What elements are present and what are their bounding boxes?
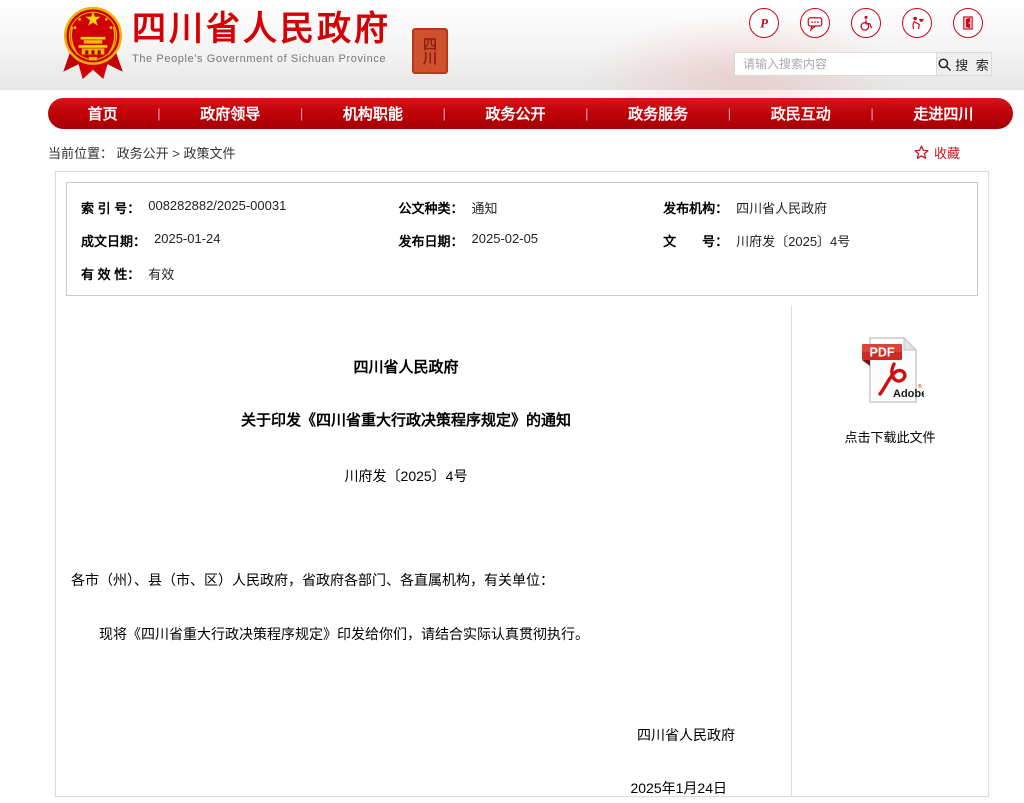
red-seal-stamp: 四川 [412,28,448,74]
document-org-title: 四川省人民政府 [71,356,741,377]
main-nav: 首页 | 政府领导 | 机构职能 | 政务公开 | 政务服务 | 政民互动 | … [48,98,1013,129]
nav-separator: | [585,106,588,121]
meta-index-no: 索 引 号： 008282882/2025-00031 [81,198,399,217]
meta-doc-number: 文 号： 川府发〔2025〕4号 [663,231,963,250]
national-emblem-logo [62,4,124,80]
breadcrumb-section[interactable]: 政务公开 [117,146,169,161]
breadcrumb-row: 当前位置： 政务公开 > 政策文件 收藏 [48,143,960,162]
svg-text:P: P [760,17,768,31]
nav-item-gov-info[interactable]: 政务公开 [485,103,545,124]
svg-text:PDF: PDF [870,346,895,360]
document-title: 关于印发《四川省重大行政决策程序规定》的通知 [71,409,741,430]
nav-item-functions[interactable]: 机构职能 [343,103,403,124]
site-subtitle: The People's Government of Sichuan Provi… [132,53,391,65]
nav-separator: | [442,106,445,121]
nav-item-home[interactable]: 首页 [88,103,118,124]
meta-written-date: 成文日期： 2025-01-24 [81,231,399,250]
meta-publish-date: 发布日期： 2025-02-05 [399,231,664,250]
document-number: 川府发〔2025〕4号 [71,466,741,486]
document-paragraph: 现将《四川省重大行政决策程序规定》印发给你们，请结合实际认真贯彻执行。 [71,624,741,645]
nav-item-leaders[interactable]: 政府领导 [200,103,260,124]
download-link[interactable]: 点击下载此文件 [792,427,988,446]
pdf-file-icon[interactable]: PDF Adobe ® [856,332,924,411]
site-search: 搜 索 [734,52,992,76]
nav-separator: | [300,106,303,121]
meta-validity: 有 效 性： 有效 [81,264,399,283]
breadcrumb-separator: > [172,146,180,161]
magnifier-icon [937,57,952,72]
breadcrumb-page[interactable]: 政策文件 [184,146,236,161]
favorite-label: 收藏 [934,143,960,162]
nav-item-interaction[interactable]: 政民互动 [771,103,831,124]
elder-care-icon[interactable] [902,8,932,38]
svg-text:®: ® [918,383,922,390]
nav-separator: | [870,106,873,121]
p-media-icon[interactable]: P [749,8,779,38]
favorite-button[interactable]: 收藏 [913,143,960,162]
star-icon [913,144,930,161]
meta-doc-type: 公文种类： 通知 [399,198,664,217]
document-salutation: 各市（州）、县（市、区）人民政府，省政府各部门、各直属机构，有关单位： [71,570,741,591]
document-date: 2025年1月24日 [71,778,741,797]
document-container: 索 引 号： 008282882/2025-00031 公文种类： 通知 发布机… [55,171,989,797]
search-input[interactable] [734,52,936,76]
document-meta-table: 索 引 号： 008282882/2025-00031 公文种类： 通知 发布机… [66,182,978,296]
nav-item-services[interactable]: 政务服务 [628,103,688,124]
breadcrumb-prefix: 当前位置： [48,146,113,161]
nav-item-about-sichuan[interactable]: 走进四川 [913,103,973,124]
header-quick-icons: P [749,8,983,38]
document-signature: 四川省人民政府 [71,725,741,745]
wheelchair-accessibility-icon[interactable] [851,8,881,38]
meta-issuing-agency: 发布机构： 四川省人民政府 [663,198,963,217]
site-title-block: 四川省人民政府 The People's Government of Sichu… [132,8,391,65]
breadcrumb: 当前位置： 政务公开 > 政策文件 [48,143,236,162]
search-button[interactable]: 搜 索 [936,52,992,76]
nav-separator: | [728,106,731,121]
door-exit-icon[interactable] [953,8,983,38]
search-button-label: 搜 索 [955,55,991,74]
site-title: 四川省人民政府 [132,8,391,51]
download-sidebar: PDF Adobe ® 点击下载此文件 [791,306,988,797]
site-header: 四川省人民政府 The People's Government of Sichu… [0,0,1024,90]
content-row: 四川省人民政府 关于印发《四川省重大行政决策程序规定》的通知 川府发〔2025〕… [56,306,988,797]
document-body: 四川省人民政府 关于印发《四川省重大行政决策程序规定》的通知 川府发〔2025〕… [56,306,791,797]
chat-bubble-icon[interactable] [800,8,830,38]
nav-separator: | [157,106,160,121]
